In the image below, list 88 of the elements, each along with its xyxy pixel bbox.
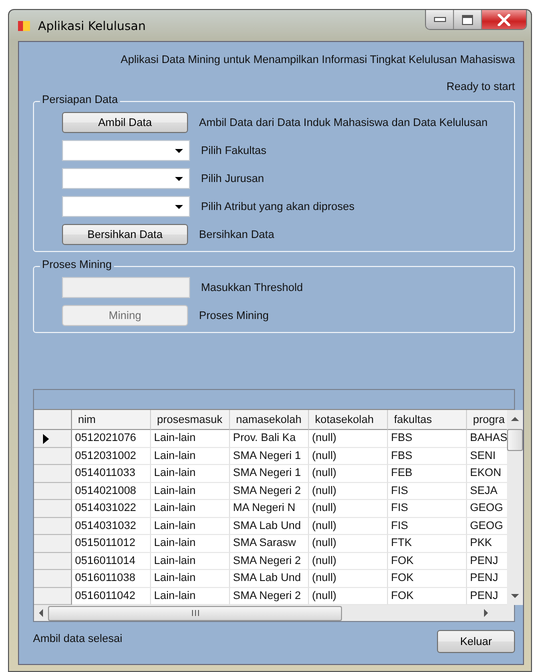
- dropdown-field[interactable]: [62, 196, 190, 217]
- dropdown-field[interactable]: [62, 168, 190, 189]
- column-header[interactable]: kotasekolah: [309, 410, 388, 430]
- field-label: Masukkan Threshold: [201, 282, 303, 294]
- table-cell: 0516011014: [72, 552, 151, 570]
- maximize-button[interactable]: [454, 10, 482, 29]
- table-cell: MA Negeri N: [230, 500, 309, 518]
- scroll-down-icon: [511, 594, 519, 598]
- group-title: Proses Mining: [40, 259, 114, 271]
- status-text: Ready to start: [446, 81, 515, 93]
- dropdown-field[interactable]: [62, 140, 190, 161]
- table-cell: (null): [309, 500, 388, 518]
- table-cell: (null): [309, 430, 388, 448]
- table-cell: FOK: [388, 552, 467, 570]
- table-cell: FIS: [388, 518, 467, 535]
- table-cell: Lain-lain: [151, 570, 230, 588]
- table-cell: SMA Negeri 1: [230, 465, 309, 482]
- group-title: Persiapan Data: [40, 94, 120, 106]
- table-cell: Lain-lain: [151, 518, 230, 535]
- table-cell: Lain-lain: [151, 430, 230, 448]
- status-text: Ambil data selesai: [33, 633, 122, 645]
- field-label: Bersihkan Data: [199, 228, 274, 240]
- table-cell: 0514021008: [72, 482, 151, 500]
- column-header[interactable]: fakultas: [388, 410, 467, 430]
- table-cell: (null): [309, 465, 388, 482]
- table-cell: FTK: [388, 535, 467, 552]
- table-cell: Lain-lain: [151, 448, 230, 465]
- table-cell: (null): [309, 482, 388, 500]
- table-cell: SMA Sarasw: [230, 535, 309, 552]
- field-label: Ambil Data dari Data Induk Mahasiswa dan Data Kelulusan: [199, 116, 488, 128]
- table-cell: SMA Lab Und: [230, 570, 309, 588]
- table-cell: 0514031022: [72, 500, 151, 518]
- table-cell: Lain-lain: [151, 500, 230, 518]
- table-cell: 0512021076: [72, 430, 151, 448]
- scroll-up-icon: [511, 417, 519, 421]
- table-cell: 0512031002: [72, 448, 151, 465]
- table-cell: FBS: [388, 430, 467, 448]
- exit-button[interactable]: Keluar: [437, 630, 515, 653]
- column-header[interactable]: nim: [72, 410, 151, 430]
- column-header[interactable]: namasekolah: [230, 410, 309, 430]
- window-title: Aplikasi Kelulusan: [38, 18, 146, 32]
- action-button[interactable]: Bersihkan Data: [62, 224, 188, 245]
- table-cell: FIS: [388, 500, 467, 518]
- table-cell: 0514031032: [72, 518, 151, 535]
- table-cell: SMA Negeri 1: [230, 448, 309, 465]
- field-label: Pilih Jurusan: [201, 172, 264, 184]
- horizontal-scrollbar[interactable]: [34, 605, 514, 621]
- table-cell: FEB: [388, 465, 467, 482]
- table-cell: SMA Negeri 2: [230, 552, 309, 570]
- app-icon: [18, 20, 30, 30]
- column-header[interactable]: progra: [467, 410, 507, 430]
- table-cell: FBS: [388, 448, 467, 465]
- scroll-thumb[interactable]: [507, 429, 523, 451]
- table-cell: FOK: [388, 570, 467, 588]
- table-cell: 0516011038: [72, 570, 151, 588]
- row-header[interactable]: [34, 430, 72, 448]
- column-header[interactable]: prosesmasuk: [151, 410, 230, 430]
- table-cell: SMA Negeri 2: [230, 482, 309, 500]
- scroll-left-icon: [39, 609, 43, 617]
- table-cell: 0514011033: [72, 465, 151, 482]
- minimize-button[interactable]: [426, 10, 454, 29]
- table-cell: (null): [309, 448, 388, 465]
- table-cell: Lain-lain: [151, 465, 230, 482]
- vertical-scrollbar[interactable]: [507, 410, 523, 605]
- table-cell: 0515011012: [72, 535, 151, 552]
- table-cell: SMA Lab Und: [230, 518, 309, 535]
- action-button[interactable]: Ambil Data: [62, 112, 188, 133]
- heading-text: Aplikasi Data Mining untuk Menampilkan Informasi Tingkat Kelulusan Mahasiswa: [120, 54, 515, 66]
- table-cell: (null): [309, 552, 388, 570]
- scroll-thumb[interactable]: [48, 606, 342, 620]
- field-label: Pilih Atribut yang akan diproses: [201, 200, 354, 212]
- table-cell: Lain-lain: [151, 535, 230, 552]
- scroll-right-icon: [484, 609, 488, 617]
- field-label: Proses Mining: [199, 310, 269, 322]
- dropdown-arrow-icon: [175, 205, 183, 209]
- table-cell: Lain-lain: [151, 482, 230, 500]
- table-cell: Prov. Bali Ka: [230, 430, 309, 448]
- table-cell: FIS: [388, 482, 467, 500]
- corner-cell: [34, 410, 72, 430]
- dropdown-arrow-icon: [175, 177, 183, 181]
- table-cell: (null): [309, 535, 388, 552]
- table-cell: Lain-lain: [151, 552, 230, 570]
- dropdown-arrow-icon: [175, 149, 183, 153]
- table-cell: (null): [309, 518, 388, 535]
- close-icon: [497, 14, 511, 26]
- table-cell: (null): [309, 570, 388, 588]
- close-button[interactable]: [482, 10, 526, 29]
- field-label: Pilih Fakultas: [201, 144, 266, 156]
